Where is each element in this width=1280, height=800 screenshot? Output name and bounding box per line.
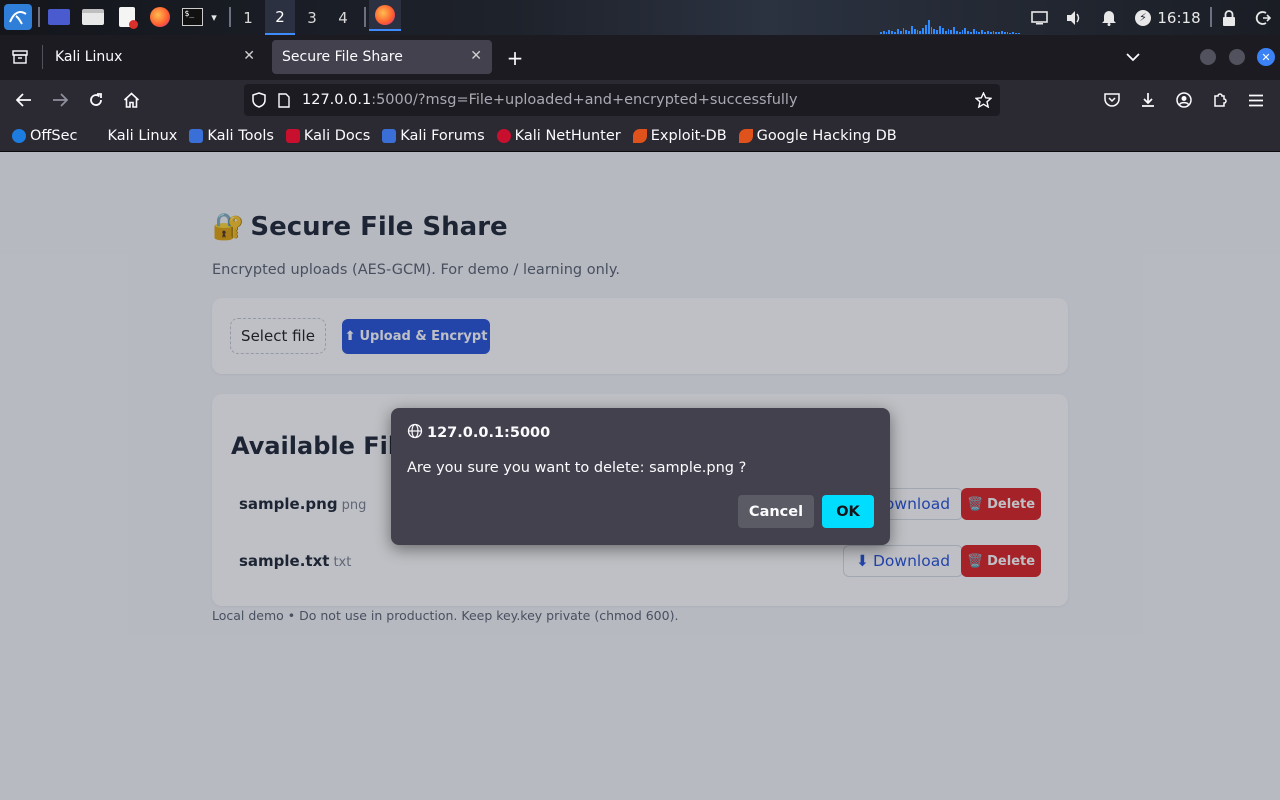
taskbar-separator (229, 7, 231, 27)
kali-menu-icon[interactable] (4, 4, 32, 30)
bookmark-kali-docs[interactable]: Kali Docs (285, 127, 371, 144)
power-icon[interactable]: ⚡ (1132, 0, 1154, 35)
ghdb-icon (738, 128, 753, 143)
workspace-4[interactable]: 4 (328, 0, 358, 35)
taskbar-separator (1210, 7, 1212, 27)
confirm-delete-dialog: 127.0.0.1:5000 Are you sure you want to … (391, 408, 890, 545)
reload-icon[interactable] (83, 88, 109, 112)
taskbar-separator (364, 7, 366, 27)
account-icon[interactable] (1171, 88, 1197, 112)
cancel-button[interactable]: Cancel (738, 495, 814, 528)
tab-kali-linux[interactable]: Kali Linux ✕ (45, 40, 265, 74)
offsec-icon (12, 128, 26, 143)
bookmark-exploit-db[interactable]: Exploit-DB (632, 127, 727, 144)
bookmark-label: Kali Tools (207, 127, 274, 144)
new-tab-icon[interactable]: + (504, 46, 526, 70)
browser-nav-bar: 127.0.0.1:5000/?msg=File+uploaded+and+en… (0, 80, 1280, 120)
dialog-message: Are you sure you want to delete: sample.… (407, 460, 747, 476)
bookmark-label: OffSec (30, 127, 78, 144)
browser-tab-bar: Kali Linux ✕ Secure File Share ✕ + ✕ (0, 35, 1280, 80)
tab-secure-file-share[interactable]: Secure File Share ✕ (272, 40, 492, 74)
text-editor-icon[interactable] (115, 4, 139, 30)
files-icon[interactable] (81, 4, 105, 30)
minimize-window-icon[interactable] (1200, 49, 1216, 65)
extensions-icon[interactable] (1207, 88, 1233, 112)
display-icon[interactable] (1028, 0, 1050, 35)
kali-tools-icon (189, 128, 204, 143)
url-text[interactable]: 127.0.0.1:5000/?msg=File+uploaded+and+en… (302, 92, 798, 108)
lock-icon[interactable] (1218, 0, 1240, 35)
home-icon[interactable] (118, 88, 144, 112)
shield-icon[interactable] (252, 92, 268, 109)
clock[interactable]: 16:18 (1157, 0, 1200, 35)
desktop-taskbar: $_ ▾ 1 2 3 4 ⚡ 16:18 (0, 0, 1280, 35)
forward-icon[interactable] (47, 88, 73, 112)
bookmark-label: Exploit-DB (650, 127, 727, 144)
tab-label: Kali Linux (55, 49, 123, 65)
bookmark-label: Kali Docs (303, 127, 371, 144)
tab-label: Secure File Share (282, 49, 403, 65)
close-tab-icon[interactable]: ✕ (243, 48, 255, 64)
bookmark-google-hacking-db[interactable]: Google Hacking DB (738, 127, 897, 144)
downloads-icon[interactable] (1135, 88, 1161, 112)
workspace-1[interactable]: 1 (233, 0, 263, 35)
back-icon[interactable] (11, 88, 37, 112)
kali-docs-icon (285, 128, 300, 143)
close-window-icon[interactable]: ✕ (1257, 48, 1275, 66)
bookmark-kali-tools[interactable]: Kali Tools (189, 128, 274, 144)
dropdown-chevron-icon[interactable]: ▾ (206, 4, 222, 30)
bookmark-label: Kali Linux (107, 127, 178, 144)
firefox-icon (375, 4, 395, 25)
workspace-2[interactable]: 2 (265, 0, 295, 35)
close-tab-icon[interactable]: ✕ (470, 48, 482, 64)
tab-separator (42, 45, 43, 69)
desktop-icon[interactable] (47, 4, 71, 30)
taskbar-separator (38, 7, 40, 27)
app-menu-icon[interactable] (1243, 88, 1269, 112)
terminal-icon[interactable]: $_ (180, 4, 204, 30)
list-all-tabs-icon[interactable] (1123, 47, 1143, 67)
workspace-3[interactable]: 3 (297, 0, 327, 35)
bookmark-label: Kali NetHunter (514, 127, 621, 144)
dialog-origin: 127.0.0.1:5000 (407, 423, 550, 443)
globe-icon (407, 423, 423, 443)
bookmark-kali-linux[interactable]: Kali Linux (89, 127, 178, 144)
firefox-window-button[interactable] (369, 0, 401, 31)
maximize-window-icon[interactable] (1229, 49, 1245, 65)
exploit-db-icon (632, 128, 647, 143)
kali-forums-icon (382, 128, 397, 143)
url-path: :5000/?msg=File+uploaded+and+encrypted+s… (371, 92, 798, 108)
kali-dragon-icon (89, 128, 104, 143)
url-host: 127.0.0.1 (302, 92, 372, 108)
audio-visualizer (880, 14, 1020, 34)
volume-icon[interactable] (1063, 0, 1085, 35)
url-bar[interactable]: 127.0.0.1:5000/?msg=File+uploaded+and+en… (244, 84, 1000, 116)
bookmark-offsec[interactable]: OffSec (12, 128, 78, 144)
nethunter-icon (496, 128, 511, 143)
bookmark-label: Google Hacking DB (756, 127, 897, 144)
bookmark-label: Kali Forums (400, 127, 485, 144)
notification-bell-icon[interactable] (1098, 0, 1120, 35)
ok-button[interactable]: OK (822, 495, 874, 528)
bookmark-kali-nethunter[interactable]: Kali NetHunter (496, 127, 621, 144)
bookmark-kali-forums[interactable]: Kali Forums (382, 127, 485, 144)
bookmarks-toolbar: OffSec Kali Linux Kali Tools Kali Docs K… (0, 120, 1280, 152)
page-info-icon[interactable] (278, 92, 292, 108)
firefox-icon[interactable] (148, 4, 172, 30)
logout-icon[interactable] (1252, 0, 1274, 35)
bookmark-star-icon[interactable] (974, 91, 992, 109)
tab-overview-icon[interactable] (10, 47, 30, 67)
dialog-origin-text: 127.0.0.1:5000 (427, 425, 551, 441)
pocket-icon[interactable] (1099, 88, 1125, 112)
